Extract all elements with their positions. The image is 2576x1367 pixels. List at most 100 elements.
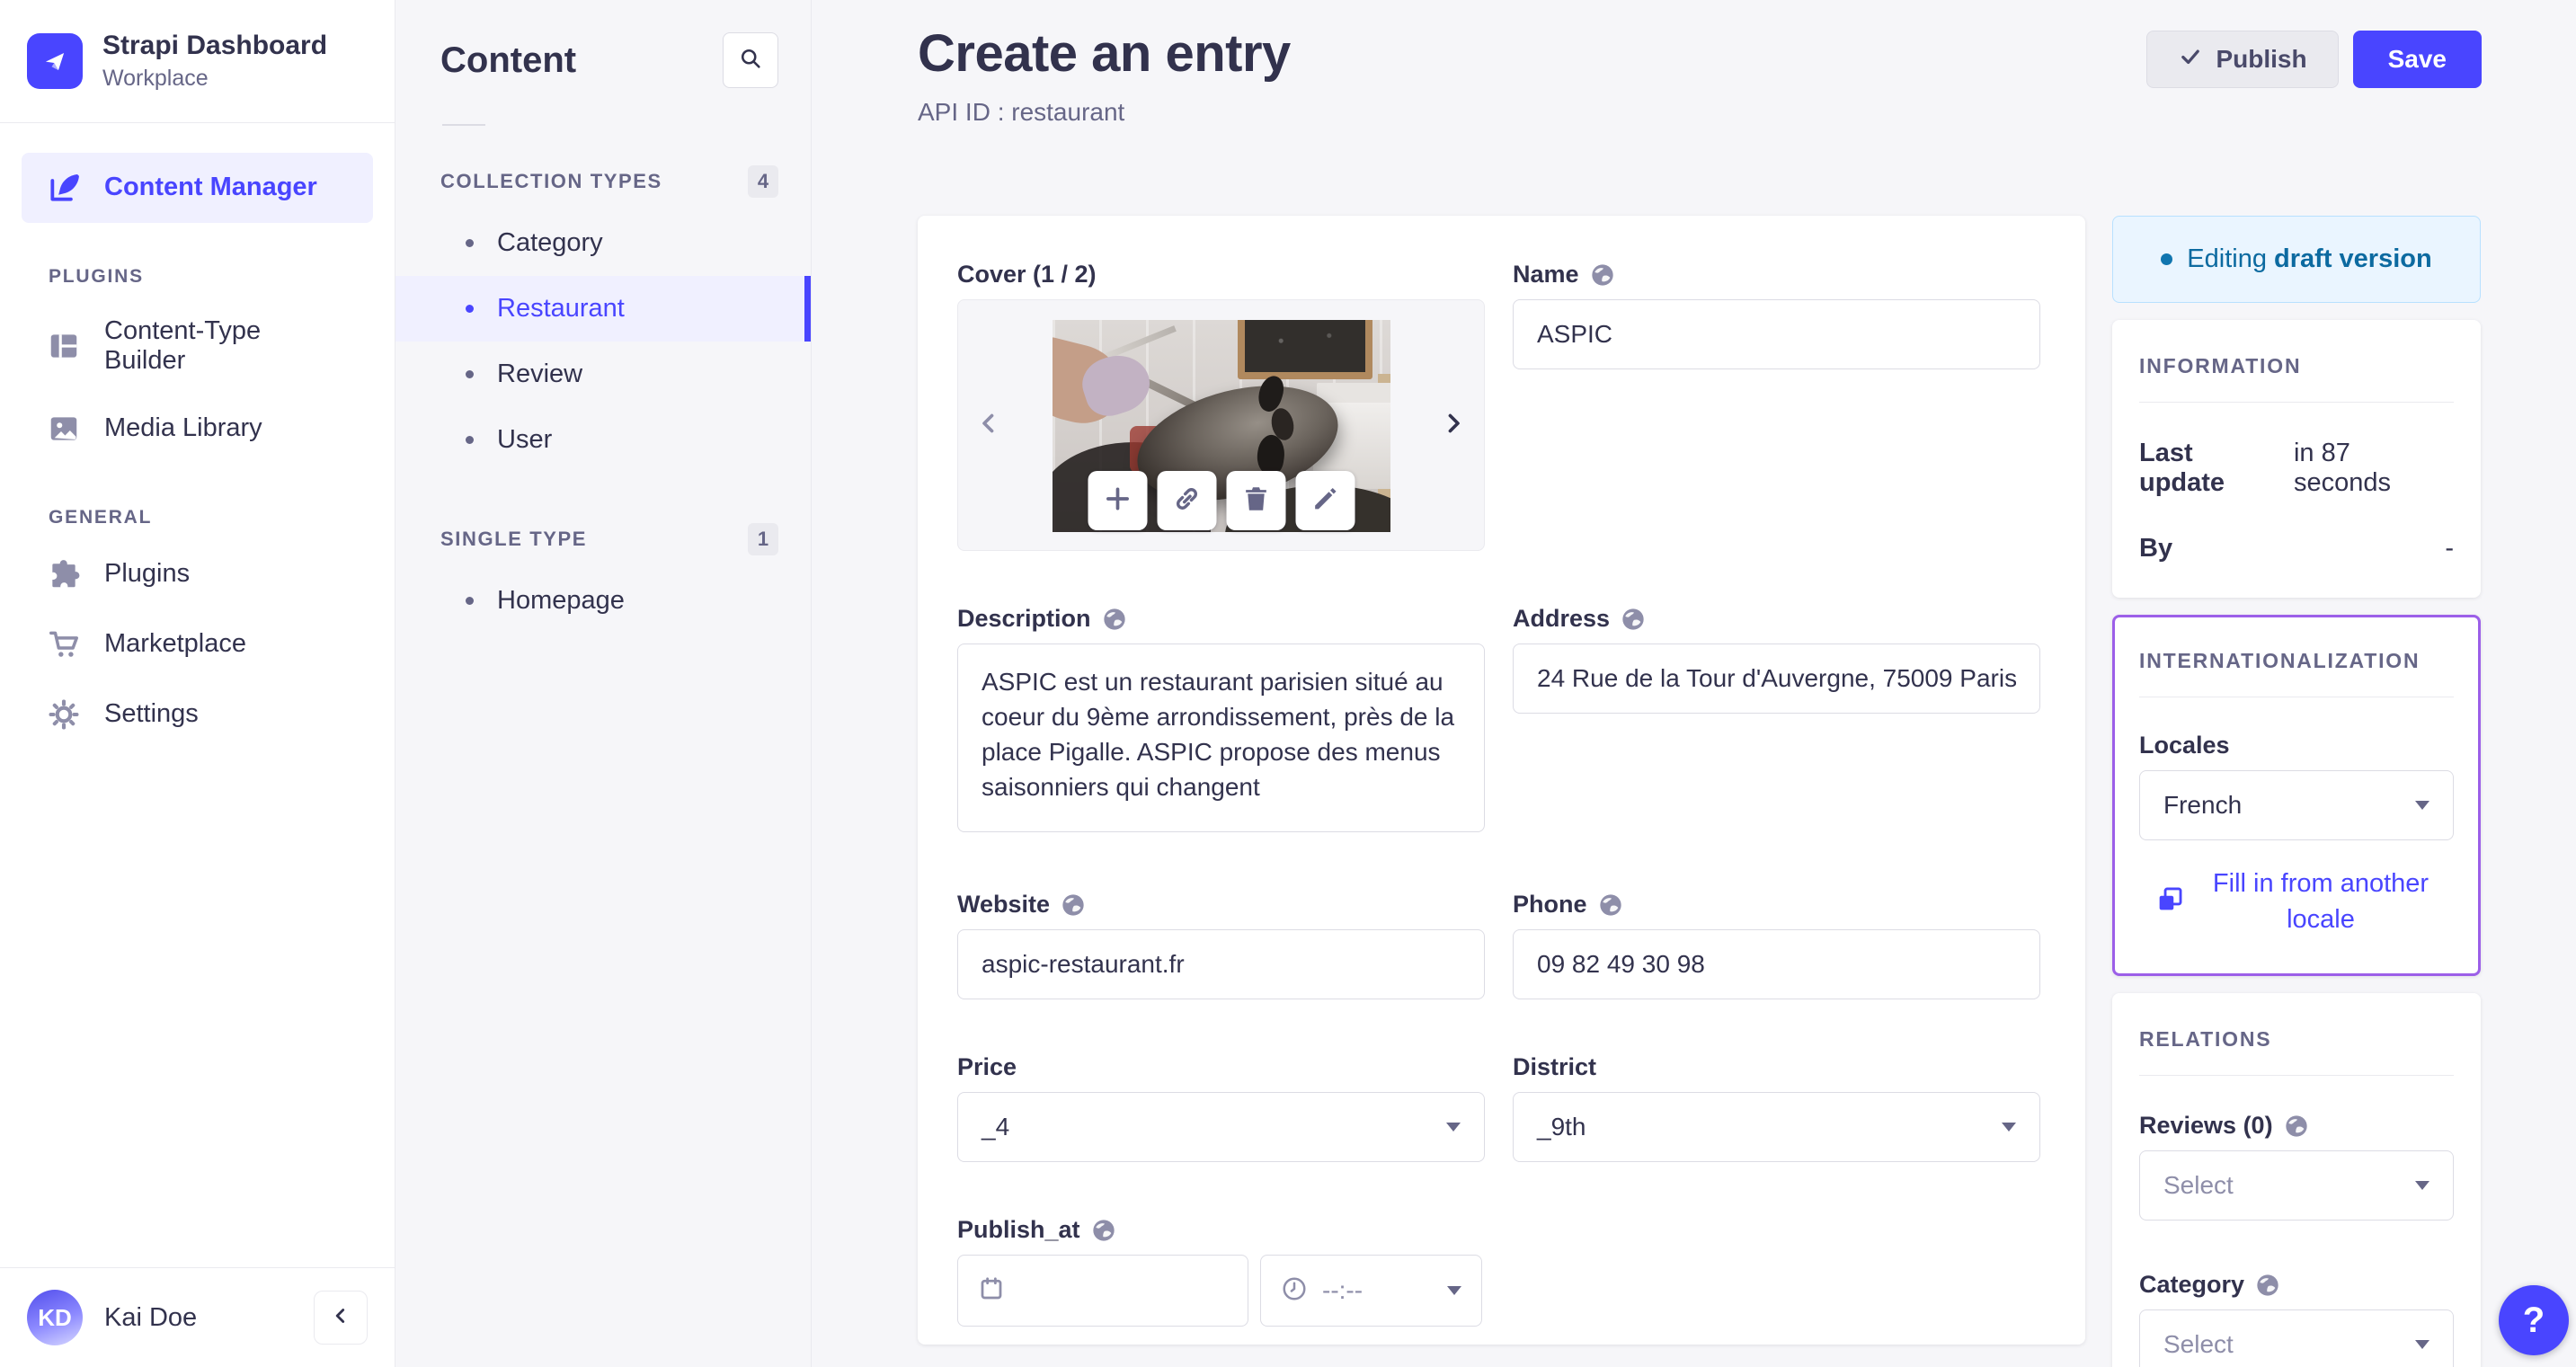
publish-time-value[interactable]	[1322, 1276, 1433, 1305]
publish-date-value[interactable]	[1019, 1276, 1228, 1305]
phone-field: Phone	[1513, 891, 2040, 999]
globe-icon	[1590, 262, 1615, 288]
reviews-label: Reviews (0)	[2139, 1112, 2273, 1139]
calendar-icon	[978, 1275, 1005, 1307]
delete-asset-button[interactable]	[1226, 471, 1285, 530]
main-sidebar: Strapi Dashboard Workplace Content Manag…	[0, 0, 395, 1367]
user-name: Kai Doe	[104, 1302, 198, 1332]
website-field: Website	[957, 891, 1485, 999]
bullet-icon	[466, 597, 474, 605]
sidebar-item-label: Plugins	[104, 559, 191, 588]
name-input[interactable]	[1513, 299, 2040, 369]
save-button[interactable]: Save	[2352, 31, 2482, 88]
subnav-item-homepage[interactable]: Homepage	[440, 568, 778, 634]
user-menu[interactable]: KD Kai Doe	[0, 1267, 395, 1367]
collection-types-count-badge: 4	[748, 165, 778, 198]
reviews-select[interactable]: Select	[2139, 1150, 2454, 1221]
address-input[interactable]	[1513, 644, 2040, 714]
draft-status-banner: Editing draft version	[2112, 216, 2481, 303]
by-value: -	[2445, 534, 2454, 563]
website-input[interactable]	[957, 929, 1485, 999]
chevron-down-icon	[2002, 1123, 2016, 1132]
image-icon	[47, 412, 81, 446]
subnav-item-label: Category	[497, 228, 603, 257]
subnav-item-restaurant[interactable]: Restaurant	[395, 276, 811, 342]
district-select[interactable]: _9th	[1513, 1092, 2040, 1162]
publish-time-input[interactable]	[1260, 1255, 1482, 1327]
sidebar-item-settings[interactable]: Settings	[22, 679, 373, 750]
carousel-prev-button[interactable]	[969, 405, 1008, 445]
page-title: Create an entry	[918, 24, 1291, 83]
cover-label: Cover (1 / 2)	[957, 261, 1097, 288]
sidebar-item-content-manager[interactable]: Content Manager	[22, 152, 373, 223]
by-label: By	[2139, 534, 2173, 563]
publish-button-label: Publish	[2216, 45, 2307, 73]
district-field: District _9th	[1513, 1053, 2040, 1162]
reviews-select-placeholder: Select	[2163, 1171, 2234, 1199]
subnav-item-user[interactable]: User	[440, 407, 778, 473]
description-label: Description	[957, 605, 1091, 632]
bullet-icon	[466, 305, 474, 313]
search-button[interactable]	[723, 32, 778, 88]
subnav-item-category[interactable]: Category	[440, 210, 778, 276]
carousel-next-button[interactable]	[1434, 405, 1473, 445]
chevron-down-icon	[2415, 801, 2429, 810]
feather-edit-icon	[47, 171, 81, 205]
relations-card: Relations Reviews (0) Select Category	[2112, 993, 2481, 1367]
subnav-item-label: Restaurant	[497, 294, 625, 323]
globe-icon	[1061, 892, 1086, 918]
address-field: Address	[1513, 605, 2040, 714]
sidebar-item-label: Marketplace	[104, 629, 246, 658]
publish-date-input[interactable]	[957, 1255, 1248, 1327]
collection-types-header: Collection Types	[440, 170, 662, 192]
help-button[interactable]: ?	[2499, 1285, 2569, 1355]
globe-icon	[1598, 892, 1623, 918]
globe-icon	[1621, 607, 1646, 632]
subnav-item-label: User	[497, 425, 553, 454]
last-update-label: Last update	[2139, 439, 2225, 497]
draft-status-prefix: Editing	[2187, 244, 2267, 273]
globe-icon	[1102, 607, 1127, 632]
district-label: District	[1513, 1053, 1597, 1080]
price-select[interactable]: _4	[957, 1092, 1485, 1162]
chevron-down-icon	[1446, 1123, 1461, 1132]
sidebar-item-marketplace[interactable]: Marketplace	[22, 609, 373, 679]
chevron-left-icon	[329, 1304, 352, 1332]
phone-input[interactable]	[1513, 929, 2040, 999]
workspace-switcher[interactable]: Strapi Dashboard Workplace	[0, 0, 395, 122]
chevron-right-icon	[1438, 408, 1469, 443]
gear-icon	[47, 697, 81, 732]
sidebar-item-content-type-builder[interactable]: Content-Type Builder	[22, 298, 373, 394]
add-asset-button[interactable]	[1088, 471, 1147, 530]
publish-button[interactable]: Publish	[2146, 31, 2339, 88]
strapi-app: Strapi Dashboard Workplace Content Manag…	[0, 0, 2576, 1367]
fill-from-locale-link[interactable]: Fill in from another locale	[2139, 865, 2454, 937]
subnav-divider	[442, 124, 485, 126]
entry-form-card: Cover (1 / 2) Name ASPIC Description ASP…	[918, 216, 2085, 1345]
publish-at-label: Publish_at	[957, 1216, 1080, 1243]
website-label: Website	[957, 891, 1051, 918]
bullet-icon	[466, 436, 474, 444]
link-icon	[1171, 484, 1202, 519]
edit-asset-button[interactable]	[1295, 471, 1355, 530]
information-card: Information Last update in 87 seconds By…	[2112, 320, 2481, 598]
sidebar-item-media-library[interactable]: Media Library	[22, 394, 373, 464]
divider	[2139, 1075, 2454, 1076]
status-dot-icon	[2161, 253, 2173, 265]
chevron-down-icon	[1447, 1286, 1461, 1295]
publish-at-field: Publish_at	[957, 1216, 1485, 1327]
price-label: Price	[957, 1053, 1017, 1080]
description-textarea[interactable]: ASPIC est un restaurant parisien situé a…	[957, 644, 1485, 832]
sidebar-item-plugins[interactable]: Plugins	[22, 539, 373, 609]
sidebar-item-label: Content-Type Builder	[104, 315, 262, 375]
collapse-sidebar-button[interactable]	[314, 1291, 368, 1345]
strapi-logo-icon	[27, 32, 83, 89]
bullet-icon	[466, 239, 474, 247]
subnav-item-review[interactable]: Review	[440, 342, 778, 407]
sidebar-section-plugins: Plugins	[49, 265, 144, 287]
category-select[interactable]: Select	[2139, 1309, 2454, 1367]
entry-side-panel: Editing draft version Information Last u…	[2112, 216, 2481, 1367]
locale-select[interactable]: French	[2139, 770, 2454, 840]
sidebar-item-label: Content Manager	[104, 173, 317, 201]
copy-link-button[interactable]	[1157, 471, 1216, 530]
